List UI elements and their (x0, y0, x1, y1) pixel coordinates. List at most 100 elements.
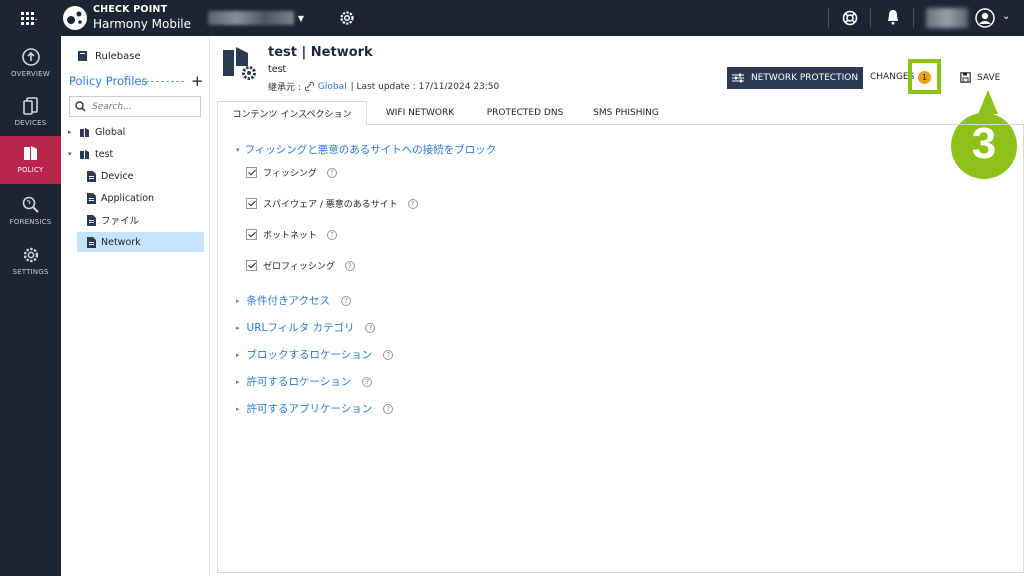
document-icon (87, 236, 96, 248)
collapsed-section[interactable]: ▸ 許可するアプリケーション ? (236, 401, 394, 416)
checkbox-label: スパイウェア / 悪意のあるサイト (263, 200, 398, 210)
collapsed-section[interactable]: ▸ ブロックするロケーション ? (236, 347, 394, 362)
document-icon (87, 170, 96, 182)
tree-node-network[interactable]: Network (77, 232, 204, 252)
checkbox-row[interactable]: フィッシング ? (246, 166, 337, 179)
nav-devices[interactable]: DEVICES (0, 89, 61, 137)
expand-arrow-icon: ▸ (236, 404, 240, 413)
tree-node-label: Device (101, 170, 134, 182)
nav-label: OVERVIEW (11, 70, 50, 78)
collapsed-section[interactable]: ▸ URLフィルタ カテゴリ ? (236, 320, 376, 335)
tree-node-global[interactable]: ▸ Global (68, 122, 125, 142)
section-toggle[interactable]: ▾ フィッシングと悪意のあるサイトへの接続をブロック (236, 142, 496, 157)
checkbox[interactable] (246, 167, 257, 178)
check-point-logo[interactable] (62, 5, 88, 31)
top-bar: CHECK POINT Harmony Mobile ▼ ⌄ (0, 0, 1024, 36)
tree-node-label: Network (101, 236, 141, 248)
tenant-selector[interactable]: ▼ (208, 10, 304, 26)
chevron-down-icon[interactable]: ⌄ (1002, 11, 1010, 22)
network-protection-button[interactable]: NETWORK PROTECTION (727, 67, 863, 89)
nav-settings[interactable]: SETTINGS (0, 238, 61, 286)
checkbox-row[interactable]: ゼロフィッシング ? (246, 259, 355, 272)
tree-node-label: ファイル (101, 216, 140, 227)
tab-content-inspection[interactable]: コンテンツ インスペクション (217, 101, 367, 125)
policy-book-icon (80, 149, 89, 159)
checkbox-row[interactable]: ボットネット ? (246, 228, 338, 241)
checkbox-label: フィッシング (263, 169, 317, 179)
tree-node-device[interactable]: Device (87, 166, 134, 186)
network-protection-label: NETWORK PROTECTION (750, 73, 859, 83)
user-name-redacted[interactable] (926, 8, 968, 28)
tab-wifi-network[interactable]: WIFI NETWORK (369, 101, 471, 125)
nav-label: FORENSICS (9, 218, 52, 226)
apps-grid-icon[interactable] (20, 10, 38, 26)
help-icon[interactable]: ? (344, 260, 355, 271)
inherit-global-link[interactable]: Global (318, 82, 347, 92)
expand-arrow-icon[interactable]: ▸ (68, 128, 74, 136)
lifebuoy-icon[interactable] (842, 10, 858, 26)
help-icon[interactable]: ? (327, 229, 338, 240)
divider (870, 8, 871, 28)
nav-label: DEVICES (14, 119, 47, 127)
nav-policy[interactable]: POLICY (0, 136, 61, 184)
document-icon (87, 214, 96, 226)
search-input[interactable] (92, 101, 192, 112)
bell-icon[interactable] (885, 9, 901, 26)
tab-sms-phishing[interactable]: SMS PHISHING (579, 101, 673, 125)
highlight-box (908, 59, 941, 94)
save-button[interactable]: SAVE (960, 72, 1000, 83)
section-label: URLフィルタ カテゴリ (246, 322, 355, 334)
help-icon[interactable]: ? (341, 295, 351, 306)
save-label: SAVE (977, 72, 1001, 83)
policy-profiles-title[interactable]: Policy Profiles (69, 74, 147, 88)
tree-node-label: Global (95, 126, 126, 138)
rulebase-label: Rulebase (95, 50, 141, 62)
checkbox[interactable] (246, 198, 257, 209)
tree-search[interactable] (69, 96, 201, 117)
inherit-info: 継承元 : Global | Last update : 17/11/2024 … (268, 80, 499, 94)
gear-icon[interactable] (338, 9, 356, 27)
nav-forensics[interactable]: FORENSICS (0, 188, 61, 236)
nav-overview[interactable]: OVERVIEW (0, 40, 61, 88)
help-icon[interactable]: ? (383, 403, 394, 414)
add-profile-button[interactable]: + (191, 72, 204, 90)
section-label: 許可するロケーション (246, 376, 352, 388)
policy-settings-icon (223, 47, 256, 80)
checkbox[interactable] (246, 229, 257, 240)
checkbox-label: ゼロフィッシング (263, 262, 335, 272)
collapsed-section[interactable]: ▸ 条件付きアクセス ? (236, 293, 351, 308)
settings-icon (23, 247, 38, 263)
collapsed-section[interactable]: ▸ 許可するロケーション ? (236, 374, 373, 389)
collapse-arrow-icon[interactable]: ▾ (68, 150, 74, 158)
expand-arrow-icon: ▸ (236, 296, 240, 305)
inherit-label: 継承元 : (268, 83, 301, 93)
policy-book-icon (80, 127, 89, 137)
divider (828, 8, 829, 28)
devices-icon (22, 97, 38, 115)
policy-icon (23, 146, 37, 160)
link-icon (304, 82, 314, 91)
divider (146, 81, 184, 82)
policy-tree-panel: Rulebase Policy Profiles + ▸ Global ▾ te… (61, 36, 210, 576)
page-title: test | Network (268, 45, 373, 60)
tree-node-test[interactable]: ▾ test (68, 144, 113, 164)
avatar-icon[interactable] (975, 8, 995, 28)
help-icon[interactable]: ? (365, 322, 376, 333)
help-icon[interactable]: ? (326, 167, 337, 178)
help-icon[interactable]: ? (407, 198, 418, 209)
page-subtitle: test (268, 64, 287, 75)
checkbox[interactable] (246, 260, 257, 271)
overview-icon (21, 48, 40, 66)
tab-protected-dns[interactable]: PROTECTED DNS (471, 101, 579, 125)
tree-node-application[interactable]: Application (87, 188, 154, 208)
rulebase-link[interactable]: Rulebase (77, 50, 141, 62)
checkbox-row[interactable]: スパイウェア / 悪意のあるサイト ? (246, 197, 418, 210)
help-icon[interactable]: ? (383, 349, 394, 360)
expand-arrow-icon: ▸ (236, 323, 240, 332)
left-navigation: OVERVIEW DEVICES POLICY FORENSICS SETTIN… (0, 36, 61, 576)
tree-node-label: Application (101, 192, 155, 204)
brand-company: CHECK POINT (93, 4, 168, 15)
tree-node-file[interactable]: ファイル (87, 210, 139, 230)
help-icon[interactable]: ? (362, 376, 373, 387)
sliders-icon (731, 73, 744, 83)
